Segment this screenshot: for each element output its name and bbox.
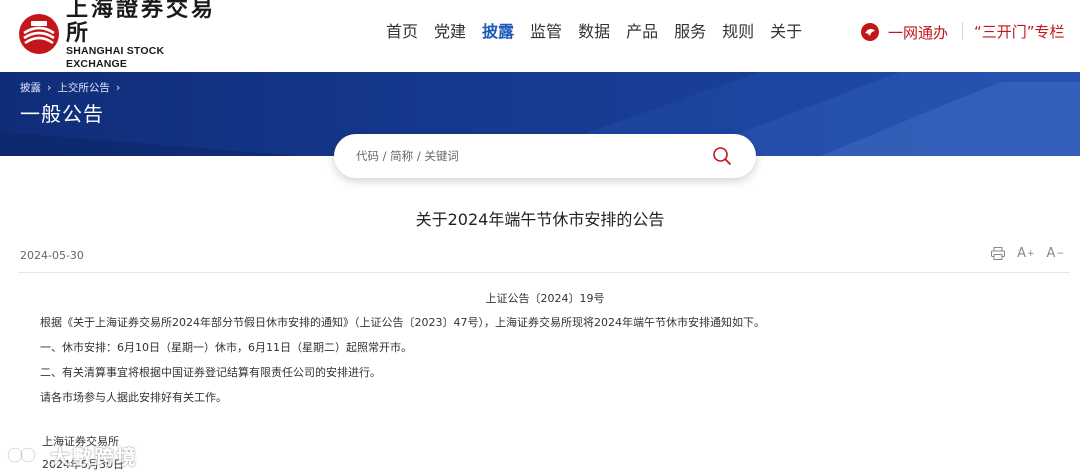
breadcrumb-item-sse-announcements[interactable]: 上交所公告 xyxy=(57,80,110,95)
article-paragraph: 根据《关于上海证券交易所2024年部分节假日休市安排的通知》（上证公告〔2023… xyxy=(40,316,765,329)
article-tools: A + A − xyxy=(979,246,1064,261)
logo-english-name: SHANGHAI STOCK EXCHANGE xyxy=(66,45,165,70)
header-divider xyxy=(962,22,963,40)
article-meta: 2024-05-30 A + A − xyxy=(18,241,1070,273)
watermark-logo-icon xyxy=(6,446,43,464)
chevron-right-icon: › xyxy=(47,81,52,94)
article-paragraph: 一、休市安排：6月10日（星期一）休市，6月11日（星期二）起照常开市。 xyxy=(40,341,412,354)
article-paragraph: 请各市场参与人据此安排好有关工作。 xyxy=(40,391,227,404)
plus-icon: + xyxy=(1027,248,1035,259)
article-title: 关于2024年端午节休市安排的公告 xyxy=(415,210,665,229)
article-paragraph: 二、有关清算事宜将根据中国证券登记结算有限责任公司的安排进行。 xyxy=(40,366,381,379)
page-title: 一般公告 xyxy=(20,102,104,126)
one-web-icon xyxy=(861,23,879,41)
one-web-link[interactable]: 一网通办 xyxy=(860,20,948,44)
search-box xyxy=(334,134,756,178)
search-input[interactable] xyxy=(356,134,696,178)
nav-item-services[interactable]: 服务 xyxy=(674,0,706,64)
chevron-right-icon: › xyxy=(115,81,121,94)
font-increase-label: A xyxy=(1017,246,1026,261)
font-decrease-button[interactable]: A − xyxy=(1047,246,1064,261)
font-decrease-label: A xyxy=(1046,246,1056,261)
site-logo[interactable]: 上海證券交易所 SHANGHAI STOCK EXCHANGE xyxy=(18,0,228,70)
document-number: 上证公告〔2024〕19号 xyxy=(485,292,605,305)
nav-item-regulation[interactable]: 监管 xyxy=(530,0,562,64)
minus-icon: − xyxy=(1056,248,1064,259)
logo-chinese-name: 上海證券交易所 xyxy=(66,0,217,46)
nav-item-products[interactable]: 产品 xyxy=(626,0,658,64)
sse-logo-icon xyxy=(19,14,59,54)
one-web-label: 一网通办 xyxy=(888,23,949,42)
font-increase-button[interactable]: A + xyxy=(1017,246,1034,261)
nav-item-party[interactable]: 党建 xyxy=(434,0,466,64)
print-icon xyxy=(991,247,1006,260)
print-button[interactable] xyxy=(991,247,1006,260)
site-header: 上海證券交易所 SHANGHAI STOCK EXCHANGE 首页 党建 披露… xyxy=(0,0,1080,72)
main-nav: 首页 党建 披露 监管 数据 产品 服务 规则 关于 xyxy=(378,0,810,64)
nav-item-data[interactable]: 数据 xyxy=(578,0,610,64)
search-icon[interactable] xyxy=(712,146,732,166)
breadcrumb-item-disclosure[interactable]: 披露 xyxy=(20,80,41,95)
breadcrumb: 披露 › 上交所公告 › xyxy=(20,80,126,95)
watermark-text: 大數跨境 xyxy=(50,444,138,469)
nav-item-disclosure[interactable]: 披露 xyxy=(482,0,514,64)
three-open-column-link[interactable]: “三开门”专栏 xyxy=(974,20,1065,44)
watermark: 大數跨境 xyxy=(6,440,138,470)
publish-date: 2024-05-30 xyxy=(20,249,84,262)
nav-item-about[interactable]: 关于 xyxy=(770,0,802,64)
nav-item-rules[interactable]: 规则 xyxy=(722,0,754,64)
nav-item-home[interactable]: 首页 xyxy=(386,0,418,64)
